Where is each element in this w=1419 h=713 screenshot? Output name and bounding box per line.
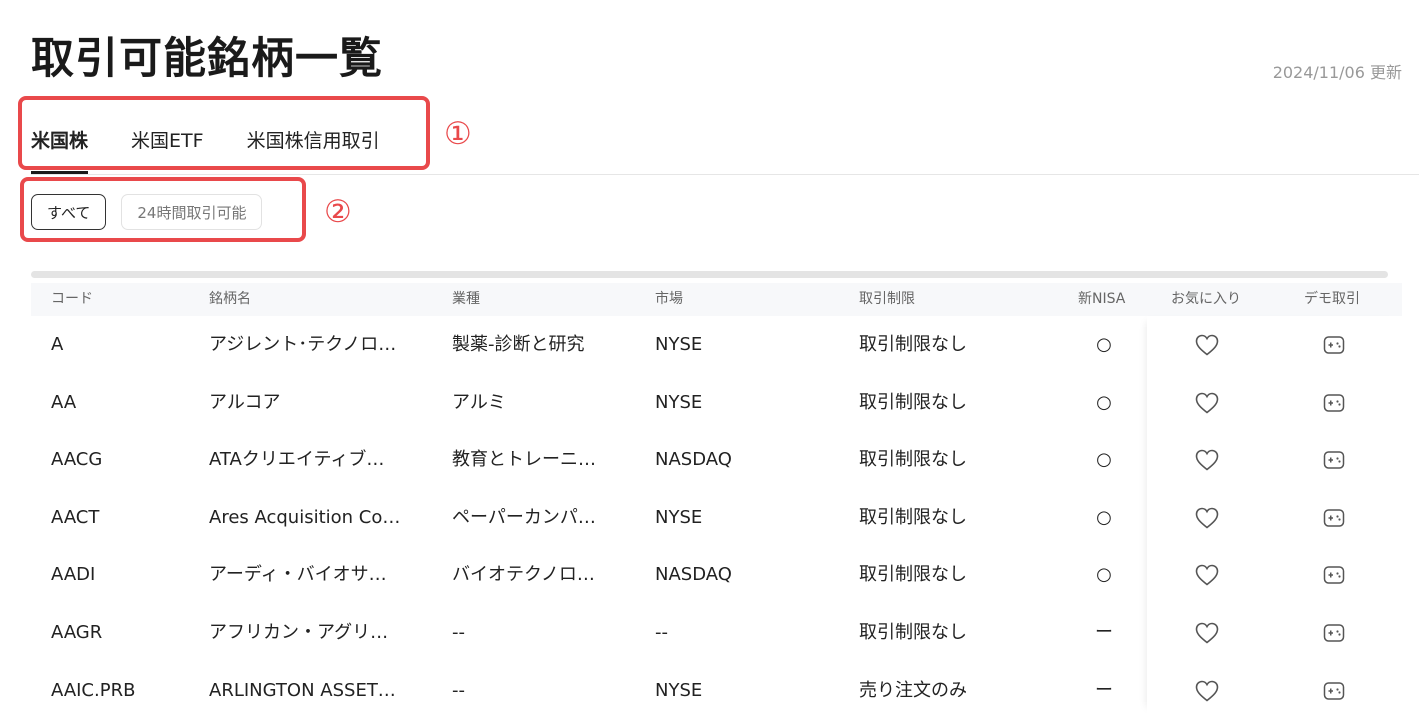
cell-industry: 製薬-診断と研究 <box>452 334 585 355</box>
cell-market: NASDAQ <box>655 449 732 471</box>
heart-icon[interactable] <box>1193 505 1221 531</box>
market-tabs: 米国株 米国ETF 米国株信用取引 <box>31 126 423 174</box>
header-favorite: お気に入り <box>1171 291 1241 307</box>
tabs-divider <box>31 174 1419 175</box>
cell-nisa: ー <box>1095 679 1113 701</box>
table-row: AACT Ares Acquisition Co… ペーパーカンパ… NYSE … <box>31 489 1402 547</box>
cell-nisa: ○ <box>1096 334 1112 355</box>
cell-industry: バイオテクノロ… <box>452 564 595 586</box>
cell-market: NYSE <box>655 391 703 413</box>
table-row: AAGR アフリカン・アグリ… -- -- 取引制限なし ー <box>31 604 1402 662</box>
tab-us-stocks[interactable]: 米国株 <box>31 126 89 174</box>
cell-industry: ペーパーカンパ… <box>452 506 596 528</box>
gamepad-icon[interactable] <box>1321 679 1347 703</box>
horizontal-scrollbar[interactable] <box>31 271 1388 278</box>
cell-restriction: 売り注文のみ <box>859 679 967 701</box>
gamepad-icon[interactable] <box>1321 563 1347 587</box>
cell-code: AAGR <box>51 621 103 643</box>
gamepad-icon[interactable] <box>1321 333 1347 357</box>
cell-market: NYSE <box>655 334 703 355</box>
cell-name[interactable]: アーディ・バイオサ… <box>209 546 424 604</box>
table-row: AACG ATAクリエイティブ… 教育とトレーニ… NASDAQ 取引制限なし … <box>31 431 1402 489</box>
header-market: 市場 <box>655 291 683 307</box>
gamepad-icon[interactable] <box>1321 506 1347 530</box>
cell-restriction: 取引制限なし <box>859 391 967 413</box>
tab-us-etf[interactable]: 米国ETF <box>131 126 204 174</box>
annotation-number-1: ① <box>444 116 472 152</box>
cell-name[interactable]: ARLINGTON ASSET… <box>209 662 424 713</box>
cell-market: NYSE <box>655 506 703 528</box>
heart-icon[interactable] <box>1193 620 1221 646</box>
header-name: 銘柄名 <box>209 291 251 307</box>
tab-us-margin[interactable]: 米国株信用取引 <box>247 126 380 174</box>
filter-all-button[interactable]: すべて <box>31 194 107 230</box>
heart-icon[interactable] <box>1193 332 1221 358</box>
cell-name[interactable]: アジレント･テクノロ… <box>209 316 424 374</box>
cell-name[interactable]: アフリカン・アグリ… <box>209 604 424 662</box>
cell-code: AADI <box>51 564 96 586</box>
filter-24h-button[interactable]: 24時間取引可能 <box>121 194 263 230</box>
updated-date: 2024/11/06 更新 <box>1272 63 1402 82</box>
cell-code: AA <box>51 391 77 413</box>
cell-restriction: 取引制限なし <box>859 334 967 355</box>
gamepad-icon[interactable] <box>1321 448 1347 472</box>
cell-name[interactable]: アルコア <box>209 374 424 432</box>
table-header: コード 銘柄名 業種 市場 取引制限 新NISA お気に入り デモ取引 <box>31 283 1402 316</box>
table-row: AAIC.PRB ARLINGTON ASSET… -- NYSE 売り注文のみ… <box>31 662 1402 713</box>
gamepad-icon[interactable] <box>1321 391 1347 415</box>
cell-industry: 教育とトレーニ… <box>452 449 596 471</box>
cell-nisa: ○ <box>1096 449 1112 471</box>
table-row: AADI アーディ・バイオサ… バイオテクノロ… NASDAQ 取引制限なし ○ <box>31 546 1402 604</box>
gamepad-icon[interactable] <box>1321 621 1347 645</box>
header-restriction: 取引制限 <box>859 291 915 307</box>
cell-code: AACT <box>51 506 100 528</box>
page-title: 取引可能銘柄一覧 <box>31 34 383 84</box>
cell-nisa: ー <box>1095 621 1113 643</box>
cell-code: A <box>51 334 64 355</box>
cell-industry: -- <box>452 621 465 643</box>
cell-market: NASDAQ <box>655 564 732 586</box>
filter-group: すべて 24時間取引可能 <box>31 194 277 230</box>
header-nisa: 新NISA <box>1078 291 1126 307</box>
cell-restriction: 取引制限なし <box>859 449 967 471</box>
annotation-number-2: ② <box>324 194 352 230</box>
header-code: コード <box>51 291 93 307</box>
table-row: AA アルコア アルミ NYSE 取引制限なし ○ <box>31 374 1402 432</box>
cell-name[interactable]: ATAクリエイティブ… <box>209 431 424 489</box>
cell-nisa: ○ <box>1096 564 1112 586</box>
cell-restriction: 取引制限なし <box>859 506 967 528</box>
header-demo: デモ取引 <box>1304 291 1360 307</box>
heart-icon[interactable] <box>1193 678 1221 704</box>
cell-nisa: ○ <box>1096 506 1112 528</box>
cell-market: -- <box>655 621 668 643</box>
header-industry: 業種 <box>452 291 480 307</box>
cell-restriction: 取引制限なし <box>859 564 967 586</box>
cell-code: AACG <box>51 449 103 471</box>
cell-code: AAIC.PRB <box>51 679 136 701</box>
cell-industry: -- <box>452 679 465 701</box>
cell-restriction: 取引制限なし <box>859 621 967 643</box>
table-row: A アジレント･テクノロ… 製薬-診断と研究 NYSE 取引制限なし ○ <box>31 316 1402 374</box>
cell-name[interactable]: Ares Acquisition Co… <box>209 489 424 547</box>
heart-icon[interactable] <box>1193 562 1221 588</box>
heart-icon[interactable] <box>1193 390 1221 416</box>
heart-icon[interactable] <box>1193 447 1221 473</box>
cell-nisa: ○ <box>1096 391 1112 413</box>
cell-market: NYSE <box>655 679 703 701</box>
stock-table-body: A アジレント･テクノロ… 製薬-診断と研究 NYSE 取引制限なし ○ AA … <box>31 316 1402 713</box>
cell-industry: アルミ <box>452 391 506 413</box>
